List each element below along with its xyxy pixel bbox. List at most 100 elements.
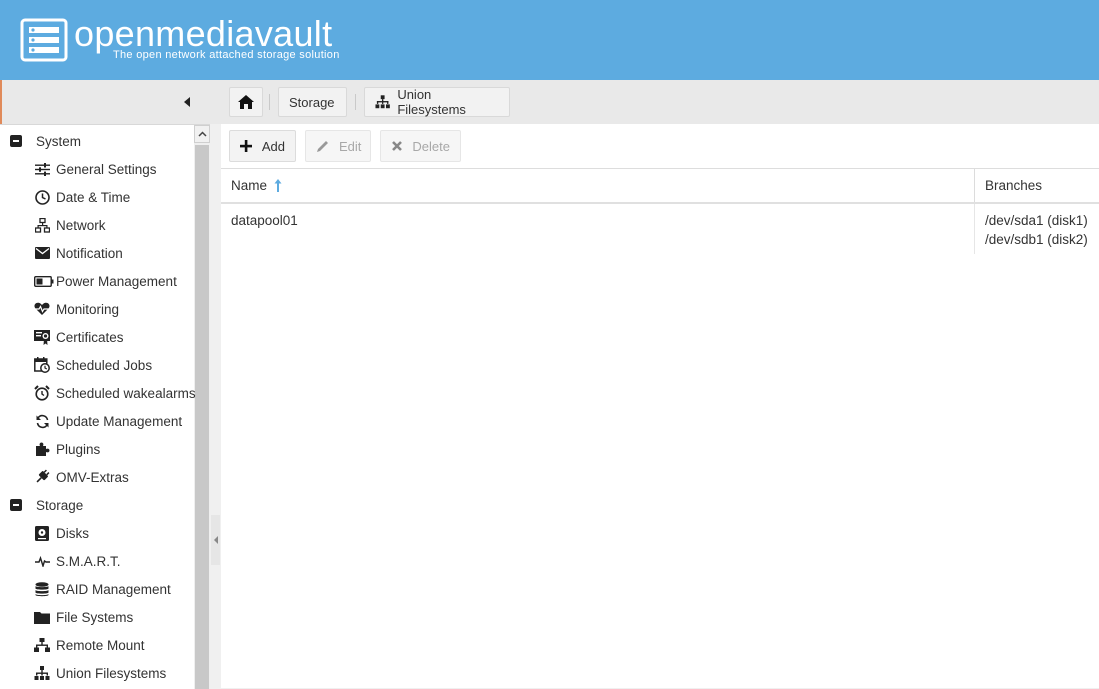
union-filesystems-panel: Add Edit Delete Name Branches datapool01… bbox=[221, 124, 1099, 688]
sidebar-scrollbar-thumb[interactable] bbox=[195, 145, 209, 689]
breadcrumb-storage-label: Storage bbox=[289, 94, 335, 110]
sidebar-item-label: S.M.A.R.T. bbox=[56, 553, 121, 569]
sidebar-item-plugins[interactable]: Plugins bbox=[34, 435, 100, 463]
breadcrumb-union-filesystems[interactable]: Union Filesystems bbox=[364, 87, 510, 117]
chevron-up-icon bbox=[197, 131, 207, 137]
add-button[interactable]: Add bbox=[229, 130, 296, 162]
alarm-icon bbox=[34, 385, 50, 401]
sidebar-item-label: General Settings bbox=[56, 161, 157, 177]
sidebar-item-label: Plugins bbox=[56, 441, 101, 457]
envelope-icon bbox=[34, 245, 50, 261]
disk-icon bbox=[34, 525, 50, 541]
app-subtitle: The open network attached storage soluti… bbox=[113, 49, 340, 61]
scroll-up-button[interactable] bbox=[194, 125, 210, 143]
certificate-icon bbox=[34, 329, 50, 345]
edit-button-label: Edit bbox=[339, 138, 362, 154]
sidebar-item-label: Update Management bbox=[56, 413, 183, 429]
clock-icon bbox=[34, 189, 50, 205]
sidebar-item-remote-mount[interactable]: Remote Mount bbox=[34, 631, 145, 659]
column-header-branches[interactable]: Branches bbox=[985, 169, 1042, 202]
app-title: openmediavault bbox=[74, 13, 333, 54]
home-icon bbox=[238, 95, 254, 109]
sidebar-item-label: Scheduled wakealarms bbox=[56, 385, 196, 401]
sliders-icon bbox=[34, 161, 50, 177]
sidebar-item-label: Monitoring bbox=[56, 301, 120, 317]
column-header-label: Name bbox=[231, 178, 268, 193]
panel-splitter bbox=[210, 124, 221, 688]
cell-name: datapool01 bbox=[231, 213, 298, 228]
sidebar-item-file-systems[interactable]: File Systems bbox=[34, 603, 133, 631]
heartbeat-icon bbox=[34, 301, 50, 317]
sidebar-item-label: Notification bbox=[56, 245, 123, 261]
sort-ascending-icon bbox=[274, 179, 282, 192]
pencil-icon bbox=[316, 139, 330, 153]
sitemap-icon bbox=[375, 95, 390, 109]
folder-icon bbox=[34, 609, 50, 625]
sidebar-item-raid-management[interactable]: RAID Management bbox=[34, 575, 171, 603]
tree-group-system[interactable]: System bbox=[10, 127, 81, 155]
sidebar-item-label: RAID Management bbox=[56, 581, 171, 597]
sidebar-item-update-management[interactable]: Update Management bbox=[34, 407, 182, 435]
collapse-sidebar-icon[interactable] bbox=[180, 94, 196, 110]
breadcrumb-separator bbox=[269, 94, 270, 110]
breadcrumb-bar bbox=[2, 80, 1099, 124]
sidebar-item-label: Network bbox=[56, 217, 106, 233]
sidebar-item-power-management[interactable]: Power Management bbox=[34, 267, 177, 295]
sidebar-item-label: Scheduled Jobs bbox=[56, 357, 153, 373]
breadcrumb-home-button[interactable] bbox=[229, 87, 263, 117]
sidebar-item-omv-extras[interactable]: OMV-Extras bbox=[34, 463, 129, 491]
cell-branch: /dev/sda1 (disk1) bbox=[985, 213, 1088, 228]
pulse-icon bbox=[34, 553, 50, 569]
breadcrumb-storage[interactable]: Storage bbox=[278, 87, 347, 117]
sidebar-item-date-time[interactable]: Date & Time bbox=[34, 183, 130, 211]
sidebar-item-label: Disks bbox=[56, 525, 89, 541]
delete-button[interactable]: Delete bbox=[380, 130, 461, 162]
openmediavault-logo-icon bbox=[20, 18, 68, 62]
sidebar-item-label: Date & Time bbox=[56, 189, 131, 205]
sidebar-item-union-filesystems[interactable]: Union Filesystems bbox=[34, 659, 166, 687]
cell-branch: /dev/sdb1 (disk2) bbox=[985, 232, 1088, 247]
breadcrumb-union-filesystems-label: Union Filesystems bbox=[397, 87, 466, 117]
sidebar-item-label: Remote Mount bbox=[56, 637, 145, 653]
sidebar-item-label: OMV-Extras bbox=[56, 469, 129, 485]
sidebar-item-label: Power Management bbox=[56, 273, 177, 289]
edit-button[interactable]: Edit bbox=[305, 130, 371, 162]
calendar-clock-icon bbox=[34, 357, 50, 373]
sidebar-item-scheduled-wakealarms[interactable]: Scheduled wakealarms bbox=[34, 379, 196, 407]
breadcrumb-separator bbox=[355, 94, 356, 110]
network-icon bbox=[34, 217, 50, 233]
plus-icon bbox=[240, 139, 253, 153]
refresh-icon bbox=[34, 413, 50, 429]
sidebar-item-scheduled-jobs[interactable]: Scheduled Jobs bbox=[34, 351, 152, 379]
sitemap-icon bbox=[34, 665, 50, 681]
sidebar-item-disks[interactable]: Disks bbox=[34, 519, 89, 547]
table-row[interactable]: datapool01 /dev/sda1 (disk1) /dev/sdb1 (… bbox=[221, 204, 1099, 254]
splitter-collapse-handle[interactable] bbox=[211, 515, 220, 565]
sidebar-item-label: Union Filesystems bbox=[56, 665, 167, 681]
navigation-tree: System General Settings Date & Time Netw… bbox=[0, 124, 210, 689]
sidebar-item-certificates[interactable]: Certificates bbox=[34, 323, 124, 351]
tree-group-storage[interactable]: Storage bbox=[10, 491, 83, 519]
sitemap-icon bbox=[34, 637, 50, 653]
action-toolbar: Add Edit Delete bbox=[221, 124, 1099, 169]
puzzle-icon bbox=[34, 441, 50, 457]
column-divider bbox=[974, 169, 975, 202]
grid-header: Name Branches bbox=[221, 169, 1099, 204]
sidebar-item-smart[interactable]: S.M.A.R.T. bbox=[34, 547, 121, 575]
sidebar-item-general-settings[interactable]: General Settings bbox=[34, 155, 157, 183]
collapse-group-icon bbox=[10, 499, 22, 511]
chevron-left-icon bbox=[213, 536, 218, 544]
add-button-label: Add bbox=[261, 138, 285, 154]
sidebar-item-monitoring[interactable]: Monitoring bbox=[34, 295, 119, 323]
sidebar-item-network[interactable]: Network bbox=[34, 211, 106, 239]
column-header-name[interactable]: Name bbox=[231, 169, 282, 202]
app-header: openmediavault The open network attached… bbox=[0, 0, 1099, 80]
sidebar-item-notification[interactable]: Notification bbox=[34, 239, 123, 267]
tree-group-label: Storage bbox=[36, 497, 84, 513]
column-header-label: Branches bbox=[985, 178, 1043, 193]
close-icon bbox=[391, 139, 403, 153]
database-icon bbox=[34, 581, 50, 597]
plug-icon bbox=[34, 469, 50, 485]
sidebar-item-label: Certificates bbox=[56, 329, 124, 345]
sidebar-item-label: File Systems bbox=[56, 609, 134, 625]
